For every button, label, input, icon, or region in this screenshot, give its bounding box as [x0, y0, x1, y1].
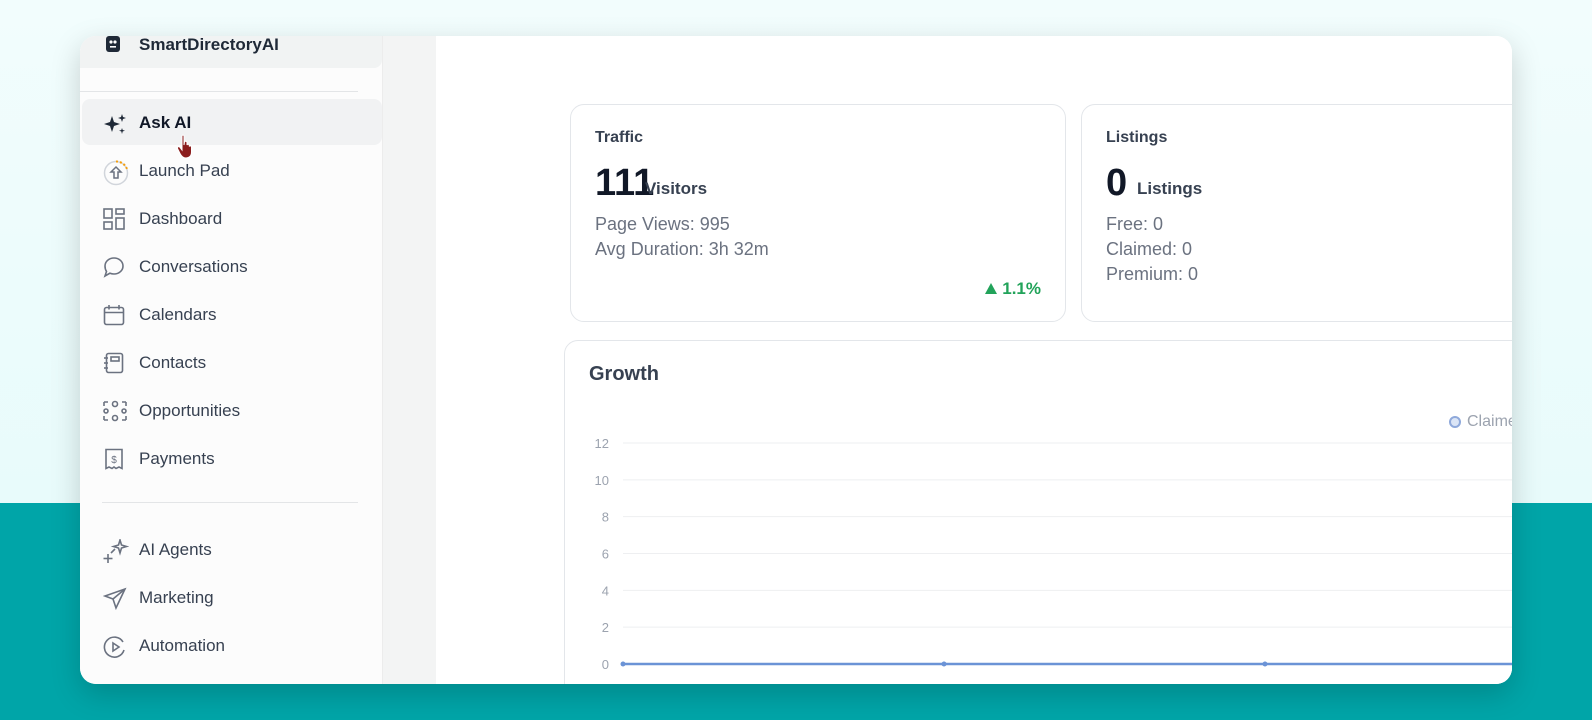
- sidebar-item-label: Opportunities: [139, 401, 241, 420]
- app-window: SmartDirectoryAI Ask AI Launch Pad Dashb…: [80, 36, 1512, 684]
- sidebar-item-label: Marketing: [139, 588, 214, 607]
- rocket-badge-icon: [103, 160, 129, 186]
- growth-chart: 12 10 8 6 4 2 0: [595, 436, 1512, 672]
- main-content: Traffic 111 Visitors Page Views: 995 Avg…: [436, 36, 1512, 684]
- sparkles-icon: [103, 112, 126, 134]
- y-tick-label: 2: [602, 620, 609, 635]
- sidebar-item-opportunities[interactable]: Opportunities: [82, 387, 382, 433]
- chat-bubble-icon: [103, 256, 125, 278]
- sidebar-divider: [102, 502, 358, 503]
- receipt-dollar-icon: $: [103, 448, 125, 470]
- sidebar-gutter: [382, 36, 437, 684]
- grid-icon: [103, 208, 125, 230]
- data-point[interactable]: [620, 661, 626, 667]
- sidebar-item-contacts[interactable]: Contacts: [82, 339, 382, 385]
- y-tick-label: 0: [602, 657, 609, 672]
- data-point[interactable]: [941, 661, 947, 667]
- y-tick-label: 12: [595, 436, 609, 451]
- sidebar-item-marketing[interactable]: Marketing: [82, 574, 382, 620]
- play-circle-icon: [103, 635, 125, 658]
- sidebar-item-label: Payments: [139, 449, 215, 468]
- sidebar-item-ask-ai[interactable]: Ask AI: [82, 99, 382, 145]
- sidebar-item-label: Automation: [139, 636, 225, 655]
- growth-card: Growth Claimed Li 121086420: [564, 340, 1512, 684]
- traffic-title: Traffic: [595, 129, 644, 146]
- paper-plane-icon: [102, 587, 127, 611]
- listings-claimed: Claimed: 0: [1106, 239, 1193, 259]
- hand-cursor-icon: [176, 134, 196, 160]
- funnel-icon: [103, 400, 127, 422]
- sidebar-item-conversations[interactable]: Conversations: [82, 243, 382, 289]
- data-point[interactable]: [1262, 661, 1268, 667]
- sidebar-item-automation[interactable]: Automation: [82, 622, 382, 668]
- sidebar-item-label: Ask AI: [139, 113, 192, 132]
- traffic-avg-duration: Avg Duration: 3h 32m: [595, 239, 769, 259]
- traffic-trend-value: 1.1%: [1002, 279, 1041, 298]
- y-tick-label: 6: [602, 547, 609, 562]
- listings-card: Listings 0 Listings Free: 0 Claimed: 0 P…: [1081, 104, 1512, 322]
- brand-header[interactable]: SmartDirectoryAI: [80, 36, 382, 68]
- listings-title: Listings: [1106, 129, 1168, 146]
- brand-name: SmartDirectoryAI: [139, 36, 279, 54]
- traffic-unit: Visitors: [645, 179, 708, 198]
- sidebar-item-payments[interactable]: $ Payments: [82, 435, 382, 481]
- sidebar-item-label: AI Agents: [139, 540, 212, 559]
- traffic-page-views: Page Views: 995: [595, 214, 730, 234]
- listings-unit: Listings: [1137, 179, 1203, 198]
- svg-text:$: $: [111, 455, 117, 466]
- y-tick-label: 8: [602, 510, 609, 525]
- listings-premium: Premium: 0: [1106, 264, 1199, 284]
- ai-sparkle-icon: [103, 537, 130, 563]
- sidebar-item-label: Contacts: [139, 353, 207, 372]
- y-tick-label: 4: [602, 583, 609, 598]
- calendar-icon: [103, 304, 125, 326]
- sidebar-item-label: Launch Pad: [139, 161, 230, 180]
- listings-free: Free: 0: [1106, 214, 1164, 234]
- sidebar-item-calendars[interactable]: Calendars: [82, 291, 382, 337]
- traffic-trend: 1.1%: [985, 279, 1041, 299]
- address-book-icon: [103, 352, 125, 374]
- trend-up-icon: [985, 283, 998, 294]
- robot-icon: [103, 36, 123, 56]
- sidebar-item-dashboard[interactable]: Dashboard: [82, 195, 382, 241]
- sidebar-item-label: Dashboard: [139, 209, 223, 228]
- sidebar: SmartDirectoryAI Ask AI Launch Pad Dashb…: [80, 36, 382, 684]
- sidebar-item-label: Calendars: [139, 305, 217, 324]
- y-tick-label: 10: [595, 473, 609, 488]
- sidebar-divider-top: [80, 91, 358, 92]
- sidebar-item-label: Conversations: [139, 257, 248, 276]
- sidebar-item-ai-agents[interactable]: AI Agents: [82, 526, 382, 572]
- sidebar-item-launch-pad[interactable]: Launch Pad: [82, 147, 382, 193]
- listings-value: 0: [1106, 162, 1128, 204]
- traffic-card: Traffic 111 Visitors Page Views: 995 Avg…: [570, 104, 1066, 322]
